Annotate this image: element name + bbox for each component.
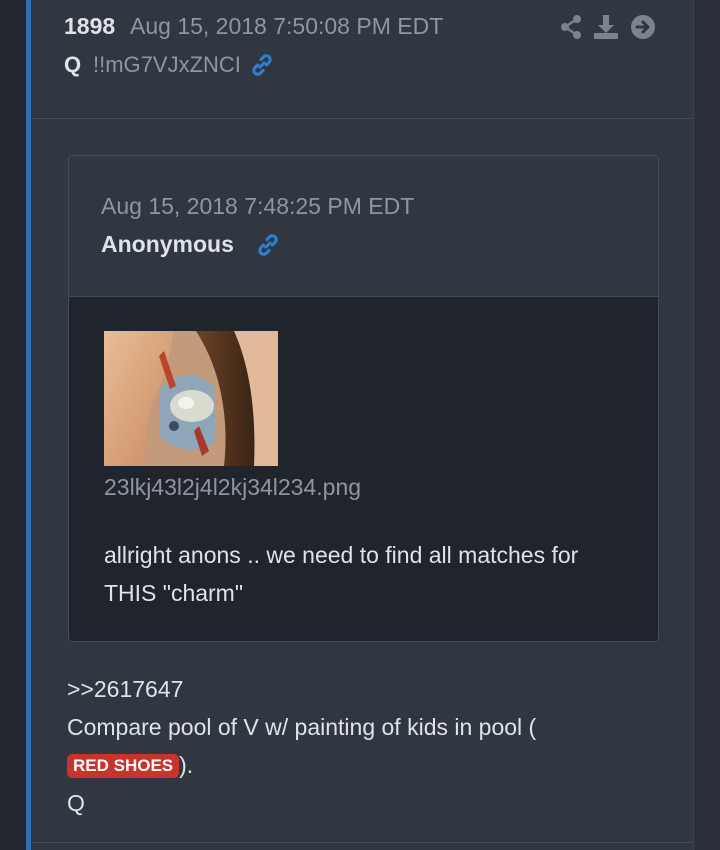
post-header: 1898 Aug 15, 2018 7:50:08 PM EDT Q !!mG7…	[31, 0, 693, 119]
post-author: Q	[64, 52, 82, 77]
post-tripcode: !!mG7VJxZNCI	[93, 52, 241, 77]
post-body-line: RED SHOES).	[67, 746, 667, 784]
download-icon[interactable]	[593, 14, 619, 45]
quoted-post-date: Aug 15, 2018 7:48:25 PM EDT	[101, 193, 415, 219]
post-date: Aug 15, 2018 7:50:08 PM EDT	[130, 13, 444, 39]
divider	[31, 842, 693, 843]
attachment-filename[interactable]: 23lkj43l2j4l2kj34l234.png	[104, 474, 361, 501]
link-icon[interactable]	[249, 52, 275, 83]
go-arrow-icon[interactable]	[630, 14, 656, 45]
reply-reference[interactable]: >>2617647	[67, 670, 667, 708]
post-body-line: Compare pool of V w/ painting of kids in…	[67, 714, 537, 740]
share-icon[interactable]	[559, 14, 583, 45]
post-body-tail: ).	[179, 752, 194, 778]
post-number[interactable]: 1898	[64, 13, 115, 40]
quoted-post-header: Aug 15, 2018 7:48:25 PM EDT Anonymous	[69, 156, 658, 297]
post-card: 1898 Aug 15, 2018 7:50:08 PM EDT Q !!mG7…	[31, 0, 694, 850]
tag-badge[interactable]: RED SHOES	[67, 754, 180, 778]
quoted-post-author: Anonymous	[101, 231, 234, 257]
quoted-post: Aug 15, 2018 7:48:25 PM EDT Anonymous 23…	[68, 155, 659, 642]
post-body: >>2617647 Compare pool of V w/ painting …	[67, 670, 667, 822]
post-signature: Q	[67, 790, 85, 816]
attachment-thumbnail[interactable]	[104, 331, 278, 466]
link-icon[interactable]	[255, 232, 281, 263]
quoted-post-text: allright anons .. we need to find all ma…	[104, 542, 579, 606]
page-gutter	[0, 0, 26, 850]
